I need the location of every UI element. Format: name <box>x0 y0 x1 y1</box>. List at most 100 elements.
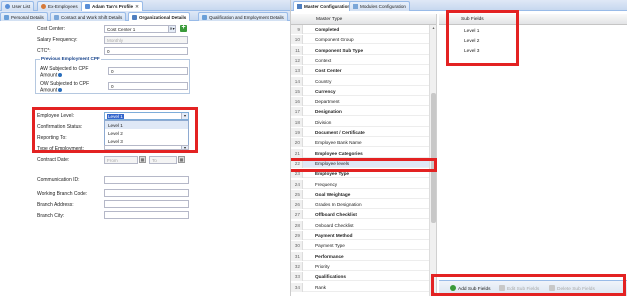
row-number: 12 <box>291 55 303 65</box>
master-type-label: Onboard Checklist <box>315 222 354 228</box>
master-type-label: Employee Categories <box>315 150 363 156</box>
tab-organizational-details[interactable]: Organizational Details <box>128 12 191 21</box>
tab-master-configuration[interactable]: Master Configuration <box>293 1 355 11</box>
master-type-row[interactable]: 31 Performance <box>291 251 429 261</box>
master-config-icon <box>297 4 302 9</box>
salary-frequency-label: Salary Frequency: <box>37 37 78 43</box>
row-number: 9 <box>291 25 303 34</box>
aw-cpf-input[interactable]: 0 <box>108 67 188 75</box>
master-type-label: Goal Weightage <box>315 191 351 197</box>
master-type-row[interactable]: 33 Qualifications <box>291 272 429 282</box>
tab-modules-configuration[interactable]: Modules Configuration <box>349 1 410 11</box>
master-type-row[interactable]: 19 Document / Certificate <box>291 128 429 137</box>
info-icon[interactable] <box>58 72 63 77</box>
master-type-row[interactable]: 30 Payment Type <box>291 241 429 251</box>
master-type-row[interactable]: 20 Employee Bank Name <box>291 138 429 148</box>
master-type-label: Cost Center <box>315 68 342 74</box>
cost-center-combo[interactable]: Cost Center 1 ✕▾ <box>104 25 176 33</box>
profile-icon <box>85 4 90 9</box>
salary-frequency-field: Monthly <box>104 36 188 44</box>
communication-id-input[interactable] <box>104 176 189 184</box>
row-number: 31 <box>291 251 303 261</box>
row-number: 33 <box>291 272 303 282</box>
master-type-label: Qualifications <box>315 274 346 280</box>
ow-cpf-input[interactable]: 0 <box>108 82 188 90</box>
branch-city-label: Branch City: <box>37 213 65 219</box>
master-type-row[interactable]: 34 Rank <box>291 282 429 292</box>
master-type-label: Priority <box>315 263 330 269</box>
tab-personal-details[interactable]: Personal Details <box>0 12 48 21</box>
row-number: 29 <box>291 231 303 240</box>
master-type-label: Currency <box>315 88 336 94</box>
master-type-row[interactable]: 32 Priority <box>291 261 429 271</box>
ow-cpf-label: OW Subjected to CPF Amount <box>40 81 90 93</box>
row-number: 17 <box>291 107 303 117</box>
row-number: 11 <box>291 45 303 55</box>
master-type-label: Rank <box>315 284 326 290</box>
master-type-row[interactable]: 28 Onboard Checklist <box>291 220 429 230</box>
sub-fields-highlight <box>446 10 519 66</box>
master-type-row[interactable]: 13 Cost Center <box>291 66 429 76</box>
tab-adam-tan-profile[interactable]: Adam Tan's Profile ✕ <box>81 1 143 11</box>
master-type-label: Component Group <box>315 37 354 43</box>
master-type-row[interactable]: 29 Payment Method <box>291 231 429 240</box>
row-number: 24 <box>291 179 303 189</box>
master-type-label: Component Sub Type <box>315 47 364 53</box>
master-type-row[interactable]: 11 Component Sub Type <box>291 45 429 55</box>
tab-user-list[interactable]: User List <box>1 1 35 11</box>
calendar-icon[interactable]: ▦ <box>178 156 185 163</box>
row-number: 28 <box>291 220 303 230</box>
master-type-row[interactable]: 17 Designation <box>291 107 429 117</box>
employee-profile-panel: User List Ex-Employees Adam Tan's Profil… <box>0 0 290 296</box>
master-type-row[interactable]: 15 Currency <box>291 86 429 96</box>
working-branch-code-input[interactable] <box>104 189 189 197</box>
master-type-row[interactable]: 26 Grades In Designation <box>291 200 429 210</box>
row-number: 27 <box>291 210 303 220</box>
contract-date-to[interactable]: To <box>149 156 177 164</box>
master-type-row[interactable]: 14 Country <box>291 76 429 86</box>
master-type-row[interactable]: 16 Department <box>291 97 429 107</box>
row-number: 15 <box>291 86 303 96</box>
add-cost-center-button[interactable]: + <box>180 24 187 32</box>
working-branch-code-label: Working Branch Code: <box>37 191 88 197</box>
ctc-label: CTC*: <box>37 48 51 54</box>
master-type-row[interactable]: 24 Frequency <box>291 179 429 189</box>
row-number: 34 <box>291 282 303 292</box>
close-icon[interactable]: ✕ <box>135 4 139 9</box>
master-type-label: Performance <box>315 253 344 259</box>
tab-qualification-employment[interactable]: Qualification and Employment Details <box>198 12 288 21</box>
master-type-row[interactable]: 9 Completed <box>291 25 429 34</box>
modules-config-icon <box>353 4 358 9</box>
calendar-icon[interactable]: ▦ <box>139 156 146 163</box>
master-type-row[interactable]: 27 Offboard Checklist <box>291 210 429 220</box>
master-type-label: Department <box>315 99 340 105</box>
row-number: 32 <box>291 261 303 271</box>
info-icon[interactable] <box>58 87 63 92</box>
master-type-label: Country <box>315 78 332 84</box>
master-type-label: Payment Method <box>315 233 353 238</box>
tab-contact-work-shift[interactable]: Contact and Work Shift Details <box>50 12 127 21</box>
row-number: 16 <box>291 97 303 107</box>
master-type-row[interactable]: 21 Employee Categories <box>291 148 429 158</box>
ctc-input[interactable]: 0 <box>104 47 188 55</box>
contract-date-label: Contract Date: <box>37 157 70 163</box>
master-type-label: Employee Bank Name <box>315 140 362 146</box>
contract-date-from[interactable]: From <box>104 156 138 164</box>
organization-icon <box>132 14 137 20</box>
master-type-row[interactable]: 18 Division <box>291 117 429 127</box>
employee-level-highlight <box>32 107 198 153</box>
personal-icon <box>4 14 9 20</box>
chevron-down-icon[interactable]: ✕▾ <box>168 26 175 32</box>
master-type-row[interactable]: 10 Component Group <box>291 35 429 45</box>
master-type-header[interactable]: Master Type <box>291 14 436 25</box>
row-number: 21 <box>291 148 303 158</box>
row-number: 25 <box>291 189 303 199</box>
branch-city-input[interactable] <box>104 211 189 219</box>
branch-address-input[interactable] <box>104 200 189 208</box>
scroll-up-icon[interactable]: ▴ <box>430 25 436 31</box>
tab-ex-employees[interactable]: Ex-Employees <box>37 1 82 11</box>
master-type-row[interactable]: 12 Context <box>291 55 429 65</box>
master-type-row[interactable]: 25 Goal Weightage <box>291 189 429 199</box>
communication-id-label: Communication ID: <box>37 177 80 183</box>
master-type-label: Frequency <box>315 181 338 187</box>
